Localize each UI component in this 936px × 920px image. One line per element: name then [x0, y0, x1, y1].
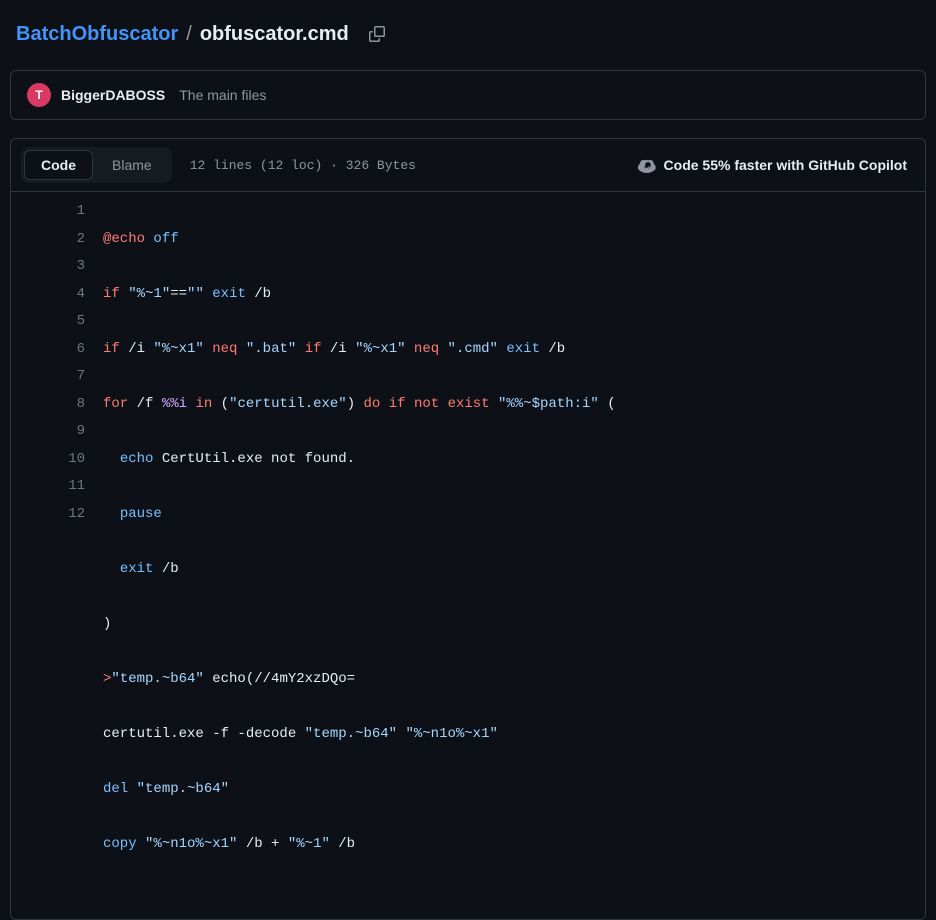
- code-line: @echo off: [103, 226, 925, 254]
- line-number[interactable]: 7: [11, 363, 85, 391]
- code-line: exit /b: [103, 556, 925, 584]
- line-number[interactable]: 10: [11, 446, 85, 474]
- commit-message[interactable]: The main files: [179, 87, 266, 103]
- code-line: if /i "%~x1" neq ".bat" if /i "%~x1" neq…: [103, 336, 925, 364]
- avatar[interactable]: T: [27, 83, 51, 107]
- line-number[interactable]: 2: [11, 226, 85, 254]
- breadcrumb-repo-link[interactable]: BatchObfuscator: [16, 23, 178, 46]
- code-line: if "%~1"=="" exit /b: [103, 281, 925, 309]
- copilot-icon: [638, 156, 656, 174]
- line-number[interactable]: 5: [11, 308, 85, 336]
- breadcrumb-separator: /: [186, 23, 192, 46]
- file-info: 12 lines (12 loc) · 326 Bytes: [190, 158, 416, 173]
- line-number[interactable]: 3: [11, 253, 85, 281]
- code-area: 1 2 3 4 5 6 7 8 9 10 11 12 @echo off if …: [11, 192, 925, 919]
- breadcrumb: BatchObfuscator / obfuscator.cmd: [0, 0, 936, 70]
- tab-code[interactable]: Code: [24, 150, 93, 180]
- code-line: ): [103, 611, 925, 639]
- file-header: Code Blame 12 lines (12 loc) · 326 Bytes…: [11, 139, 925, 192]
- code-line: copy "%~n1o%~x1" /b + "%~1" /b: [103, 831, 925, 859]
- line-number[interactable]: 11: [11, 473, 85, 501]
- latest-commit-bar[interactable]: T BiggerDABOSS The main files: [10, 70, 926, 120]
- line-number[interactable]: 12: [11, 501, 85, 529]
- view-tabs: Code Blame: [21, 147, 172, 183]
- commit-author[interactable]: BiggerDABOSS: [61, 87, 165, 103]
- line-number[interactable]: 1: [11, 198, 85, 226]
- copilot-promo[interactable]: Code 55% faster with GitHub Copilot: [638, 156, 915, 174]
- file-view: Code Blame 12 lines (12 loc) · 326 Bytes…: [10, 138, 926, 920]
- line-number[interactable]: 9: [11, 418, 85, 446]
- code-line: for /f %%i in ("certutil.exe") do if not…: [103, 391, 925, 419]
- code-line: certutil.exe -f -decode "temp.~b64" "%~n…: [103, 721, 925, 749]
- line-number[interactable]: 4: [11, 281, 85, 309]
- copy-icon: [369, 26, 385, 42]
- line-number[interactable]: 6: [11, 336, 85, 364]
- code-line: del "temp.~b64": [103, 776, 925, 804]
- code-line: pause: [103, 501, 925, 529]
- copy-path-button[interactable]: [363, 20, 391, 48]
- code-line: >"temp.~b64" echo(//4mY2xzDQo=: [103, 666, 925, 694]
- tab-blame[interactable]: Blame: [95, 150, 169, 180]
- code-content[interactable]: @echo off if "%~1"=="" exit /b if /i "%~…: [103, 198, 925, 913]
- breadcrumb-file: obfuscator.cmd: [200, 23, 349, 46]
- code-line: echo CertUtil.exe not found.: [103, 446, 925, 474]
- line-number[interactable]: 8: [11, 391, 85, 419]
- copilot-label: Code 55% faster with GitHub Copilot: [664, 157, 907, 173]
- line-number-gutter: 1 2 3 4 5 6 7 8 9 10 11 12: [11, 198, 103, 913]
